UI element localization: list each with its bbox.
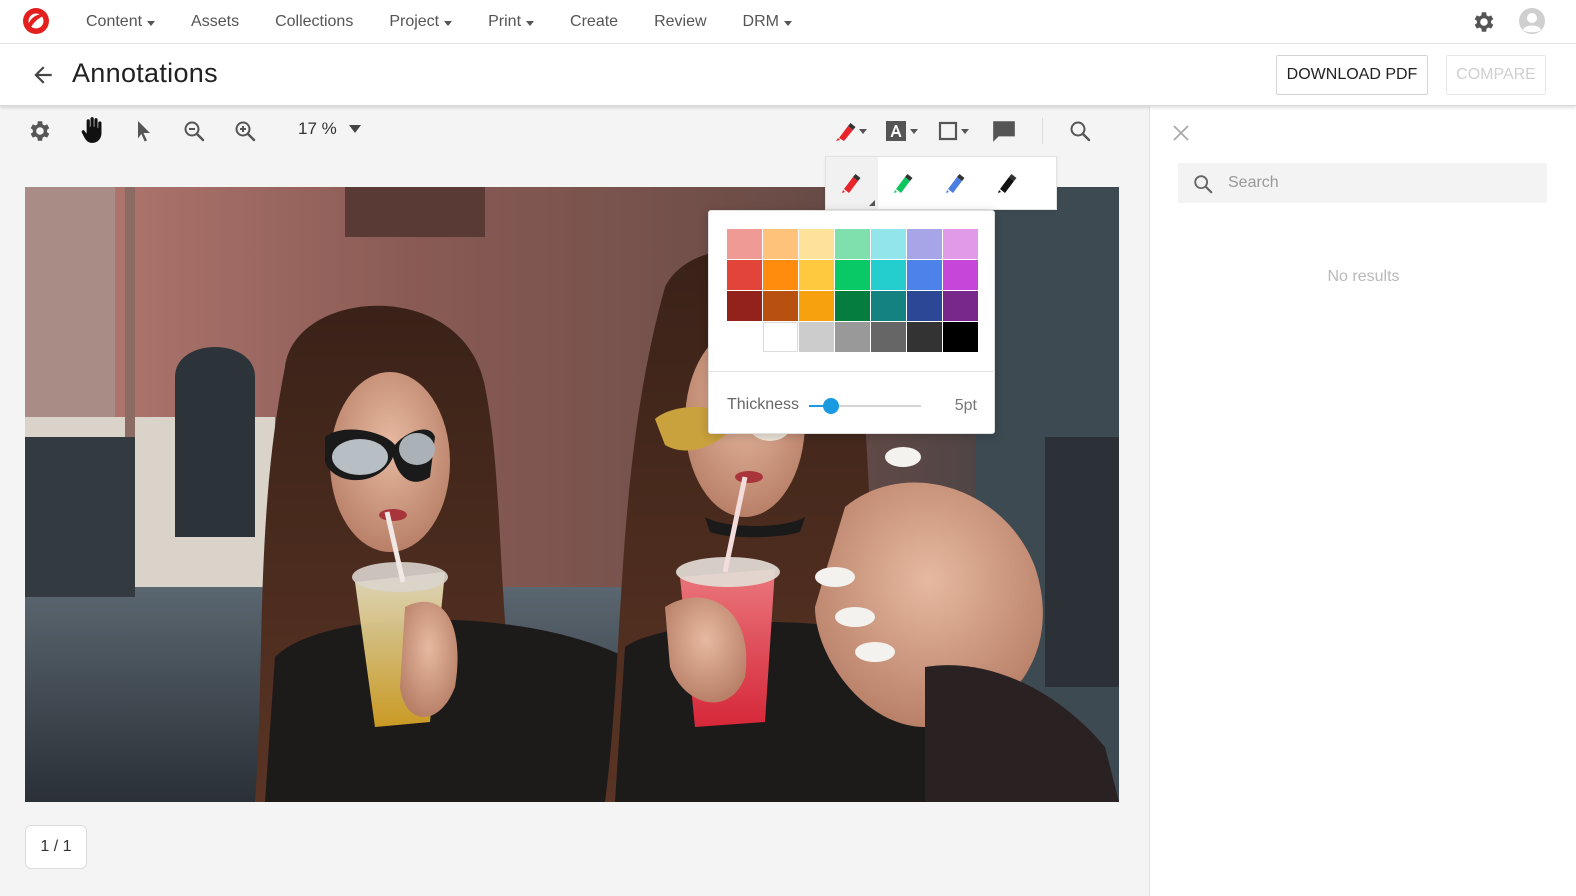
color-swatch[interactable]	[799, 229, 834, 259]
thickness-slider-handle[interactable]	[823, 398, 840, 414]
rectangle-tool-button[interactable]	[936, 117, 974, 145]
swatch-empty	[727, 322, 762, 352]
color-swatch[interactable]	[835, 260, 870, 290]
color-swatch[interactable]	[835, 229, 870, 259]
color-swatch[interactable]	[799, 260, 834, 290]
search-icon[interactable]	[1066, 117, 1094, 145]
search-side-panel: No results	[1149, 106, 1576, 896]
compare-button[interactable]: COMPARE	[1446, 55, 1546, 95]
chevron-down-icon	[348, 125, 361, 133]
color-swatch[interactable]	[763, 229, 798, 259]
color-swatch[interactable]	[727, 260, 762, 290]
top-navigation: Content Assets Collections Project Print…	[0, 0, 1576, 44]
color-swatch[interactable]	[835, 291, 870, 321]
color-swatch[interactable]	[763, 291, 798, 321]
blue-pen-icon	[946, 174, 965, 193]
zoom-in-icon[interactable]	[231, 117, 259, 145]
color-swatch[interactable]	[871, 229, 906, 259]
back-arrow-icon[interactable]	[30, 62, 56, 88]
main-menu: Content Assets Collections Project Print…	[68, 0, 810, 44]
color-swatch[interactable]	[727, 229, 762, 259]
nav-item-content[interactable]: Content	[68, 13, 173, 31]
page-header: Annotations DOWNLOAD PDF COMPARE	[0, 44, 1576, 106]
gear-icon[interactable]	[1470, 9, 1496, 35]
pen-option-green[interactable]	[878, 157, 930, 209]
thickness-label: Thickness	[727, 396, 800, 413]
nav-item-drm[interactable]: DRM	[725, 13, 810, 31]
pen-tool-button[interactable]	[832, 117, 872, 145]
color-swatch[interactable]	[835, 322, 870, 352]
close-icon[interactable]	[1170, 122, 1192, 144]
nav-item-create[interactable]: Create	[552, 13, 636, 31]
zoom-out-icon[interactable]	[180, 117, 208, 145]
no-results-message: No results	[1327, 268, 1400, 285]
pan-hand-icon[interactable]	[78, 116, 106, 144]
pen-option-black[interactable]	[982, 157, 1034, 209]
caret-down-icon	[147, 20, 156, 26]
nav-item-collections[interactable]: Collections	[257, 13, 371, 31]
color-swatch-grid	[727, 229, 979, 353]
caret-down-icon	[783, 20, 792, 26]
nav-item-project[interactable]: Project	[371, 13, 470, 31]
toolbar-divider	[1042, 118, 1043, 144]
page-counter: 1 / 1	[25, 825, 87, 869]
color-swatch[interactable]	[943, 229, 978, 259]
color-swatch[interactable]	[907, 291, 942, 321]
color-swatch[interactable]	[943, 291, 978, 321]
color-swatch[interactable]	[907, 229, 942, 259]
green-pen-icon	[894, 174, 913, 193]
nav-item-print[interactable]: Print	[470, 13, 552, 31]
text-tool-button[interactable]	[884, 117, 922, 145]
app-logo-icon[interactable]	[22, 7, 50, 35]
palette-divider	[709, 371, 994, 372]
color-swatch[interactable]	[871, 291, 906, 321]
search-input[interactable]	[1228, 163, 1528, 203]
zoom-level-value: 17 %	[298, 119, 337, 138]
download-pdf-button[interactable]: DOWNLOAD PDF	[1276, 55, 1428, 95]
color-swatch[interactable]	[907, 322, 942, 352]
color-swatch[interactable]	[907, 260, 942, 290]
pen-color-flyout	[825, 156, 1057, 210]
caret-down-icon	[444, 20, 453, 26]
color-swatch[interactable]	[871, 322, 906, 352]
color-palette-popup: Thickness 5pt	[708, 210, 995, 434]
options-corner-indicator	[869, 200, 875, 206]
avatar-icon[interactable]	[1518, 7, 1546, 35]
black-pen-icon	[998, 174, 1017, 193]
pen-option-red[interactable]	[826, 157, 878, 209]
nav-item-review[interactable]: Review	[636, 13, 724, 31]
search-icon	[1194, 175, 1213, 194]
nav-item-assets[interactable]: Assets	[173, 13, 257, 31]
color-swatch[interactable]	[763, 322, 798, 352]
color-swatch[interactable]	[943, 260, 978, 290]
color-swatch[interactable]	[799, 322, 834, 352]
color-swatch[interactable]	[763, 260, 798, 290]
select-pointer-icon[interactable]	[130, 117, 158, 145]
color-swatch[interactable]	[871, 260, 906, 290]
thickness-value: 5pt	[954, 397, 977, 414]
color-swatch[interactable]	[799, 291, 834, 321]
search-box	[1178, 163, 1547, 203]
document-viewer: 17 % Thickness 5pt 1 / 1	[0, 106, 1149, 896]
settings-icon[interactable]	[25, 117, 53, 145]
zoom-level-select[interactable]: 17 %	[298, 119, 361, 139]
page-title: Annotations	[72, 58, 218, 88]
color-swatch[interactable]	[943, 322, 978, 352]
caret-down-icon	[526, 20, 535, 26]
color-swatch[interactable]	[727, 291, 762, 321]
comment-tool-button[interactable]	[990, 117, 1018, 145]
pen-option-blue[interactable]	[930, 157, 982, 209]
red-pen-icon	[842, 174, 861, 193]
